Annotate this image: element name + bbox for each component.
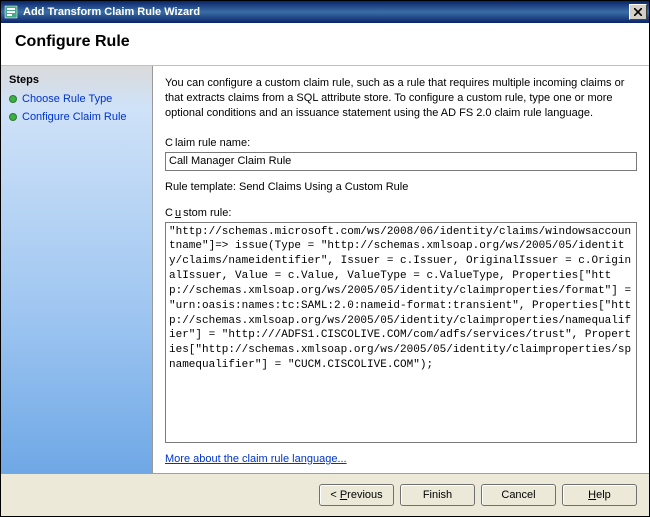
help-link-row: More about the claim rule language... xyxy=(165,453,637,465)
step-label: Configure Claim Rule xyxy=(22,111,127,123)
title-bar: Add Transform Claim Rule Wizard xyxy=(1,1,649,23)
button-bar: < Previous Finish Cancel Help xyxy=(1,473,649,516)
btn-text: elp xyxy=(596,489,611,501)
rule-template-label: Rule template: Send Claims Using a Custo… xyxy=(165,181,637,193)
app-icon xyxy=(3,4,19,20)
intro-text: You can configure a custom claim rule, s… xyxy=(165,76,637,121)
btn-text: H xyxy=(588,489,596,501)
step-dot-icon xyxy=(9,113,17,121)
btn-text: revious xyxy=(347,489,382,501)
rule-name-label: Claim rule name: xyxy=(165,137,637,149)
steps-sidebar: Steps Choose Rule Type Configure Claim R… xyxy=(1,66,153,473)
btn-text: < xyxy=(330,489,339,501)
label-part: laim rule name: xyxy=(175,137,250,149)
rule-name-input[interactable] xyxy=(165,152,637,171)
wizard-window: Add Transform Claim Rule Wizard Configur… xyxy=(0,0,650,517)
step-dot-icon xyxy=(9,95,17,103)
step-configure-claim-rule[interactable]: Configure Claim Rule xyxy=(1,108,152,126)
wizard-header: Configure Rule xyxy=(1,23,649,66)
label-part: u xyxy=(175,207,181,219)
cancel-button[interactable]: Cancel xyxy=(481,484,556,506)
label-part: C xyxy=(165,137,173,149)
previous-button[interactable]: < Previous xyxy=(319,484,394,506)
content-panel: You can configure a custom claim rule, s… xyxy=(153,66,649,473)
wizard-body: Steps Choose Rule Type Configure Claim R… xyxy=(1,66,649,473)
step-choose-rule-type[interactable]: Choose Rule Type xyxy=(1,90,152,108)
help-button[interactable]: Help xyxy=(562,484,637,506)
custom-rule-textarea[interactable] xyxy=(165,222,637,443)
steps-heading: Steps xyxy=(1,72,152,90)
custom-rule-wrap xyxy=(165,222,637,443)
label-part: C xyxy=(165,207,173,219)
page-title: Configure Rule xyxy=(15,33,635,51)
custom-rule-label: Custom rule: xyxy=(165,207,637,219)
step-label: Choose Rule Type xyxy=(22,93,112,105)
finish-button[interactable]: Finish xyxy=(400,484,475,506)
close-button[interactable] xyxy=(629,4,647,20)
label-part: stom rule: xyxy=(183,207,231,219)
claim-language-help-link[interactable]: More about the claim rule language... xyxy=(165,453,347,465)
window-title: Add Transform Claim Rule Wizard xyxy=(23,6,629,18)
